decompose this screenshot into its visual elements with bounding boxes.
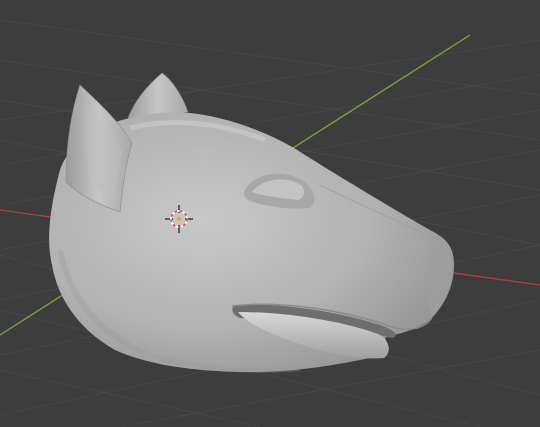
- viewport-canvas[interactable]: [0, 0, 540, 427]
- back-ear: [127, 72, 189, 119]
- 3d-viewport[interactable]: [0, 0, 540, 427]
